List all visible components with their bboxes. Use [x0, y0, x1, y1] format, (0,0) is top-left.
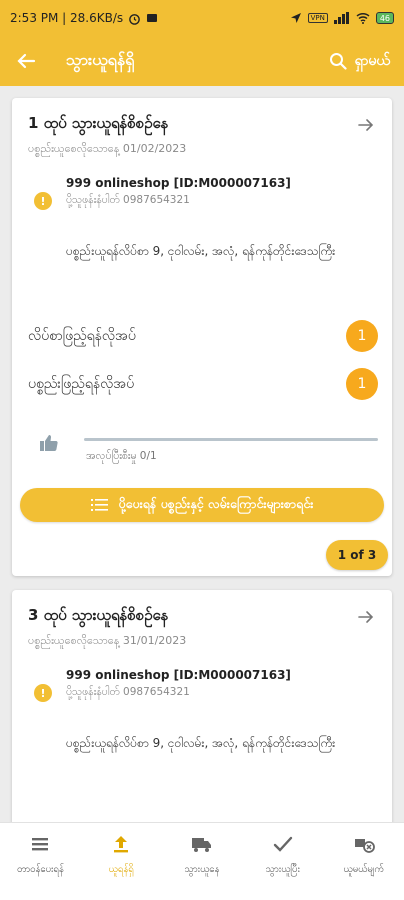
- truck-icon: [191, 838, 211, 852]
- pickup-list[interactable]: 1 ထုပ် သွားယူရန်စိစဉ်နေ ပစ္စည်းယူစေလိုသေ…: [0, 86, 404, 822]
- search-icon: [329, 53, 347, 70]
- arrow-right-icon[interactable]: [356, 607, 376, 627]
- pickup-card[interactable]: 3 ထုပ် သွားယူရန်စိစဉ်နေ ပစ္စည်းယူစေလိုသေ…: [12, 590, 392, 822]
- arrow-right-icon[interactable]: [356, 115, 376, 135]
- nav-item-picking-up[interactable]: သွားယူနေ: [162, 823, 243, 900]
- signal-icon: [333, 12, 349, 24]
- check-icon: [273, 836, 292, 852]
- address-required-row[interactable]: လိပ်စာဖြည့်ရန်လိုအပ် 1: [28, 320, 378, 352]
- message-icon: [147, 14, 158, 22]
- pickup-address: ပစ္စည်းယူရန်လိပ်စာ 9, ငုဝါလမ်း, အလုံ, ရန…: [66, 736, 336, 750]
- wifi-icon: [356, 12, 370, 24]
- status-time: 2:53 PM | 28.6KB/s: [10, 11, 124, 25]
- pickup-card[interactable]: 1 ထုပ် သွားယူရန်စိစဉ်နေ ပစ္စည်းယူစေလိုသေ…: [12, 98, 392, 576]
- status-bar: 2:53 PM | 28.6KB/s VPN 46: [0, 0, 404, 36]
- nav-item-cancelled[interactable]: ယူမယ်မျက်: [323, 823, 404, 900]
- shop-phone: ပို့သူဖုန်းနံပါတ် 0987654321: [66, 194, 190, 206]
- pickup-address: ပစ္စည်းယူရန်လိပ်စာ 9, ငုဝါလမ်း, အလုံ, ရန…: [66, 244, 336, 258]
- location-icon: [290, 13, 301, 23]
- alert-icon: !: [34, 684, 52, 702]
- thumbs-up-icon: [40, 435, 58, 451]
- nav-label: သွားယူနေ: [184, 864, 220, 875]
- nav-label: ယူရန်ရှိ: [108, 864, 134, 875]
- address-required-count: 1: [346, 320, 378, 352]
- nav-item-to-pickup[interactable]: ယူရန်ရှိ: [81, 823, 162, 900]
- list-icon: [32, 838, 49, 851]
- item-required-label: ပစ္စည်းဖြည့်ရန်လိုအပ်: [28, 375, 135, 392]
- item-required-count: 1: [346, 368, 378, 400]
- item-route-list-label: ပို့ပေးရန် ပစ္စည်းနှင့် လမ်းကြောင်းများစ…: [118, 495, 314, 511]
- vpn-indicator: VPN: [307, 13, 328, 23]
- shop-name: 999 onlineshop [ID:M000007163]: [66, 176, 291, 190]
- nav-label: ယူမယ်မျက်: [343, 864, 384, 875]
- back-arrow-icon: [17, 53, 36, 69]
- shop-name: 999 onlineshop [ID:M000007163]: [66, 668, 291, 682]
- cancel-delivery-icon: [354, 839, 375, 853]
- address-required-label: လိပ်စာဖြည့်ရန်လိုအပ်: [28, 327, 136, 344]
- item-route-list-button[interactable]: ပို့ပေးရန် ပစ္စည်းနှင့် လမ်းကြောင်းများစ…: [20, 488, 384, 522]
- task-progress: အလုပ်ပြီးစီးမှု 0/1: [38, 428, 378, 468]
- app-bar: သွားယူရန်ရှိ ရှာမယ်: [0, 36, 404, 86]
- card-title: 1 ထုပ် သွားယူရန်စိစဉ်နေ: [28, 114, 169, 132]
- back-button[interactable]: [14, 49, 38, 73]
- pager-badge[interactable]: 1 of 3: [326, 540, 388, 570]
- item-required-row[interactable]: ပစ္စည်းဖြည့်ရန်လိုအပ် 1: [28, 368, 378, 400]
- nav-label: သွားယူပြီး: [265, 864, 300, 875]
- shop-phone: ပို့သူဖုန်းနံပါတ် 0987654321: [66, 686, 190, 698]
- progress-track: [84, 438, 378, 441]
- upload-icon: [114, 836, 129, 853]
- page-title: သွားယူရန်ရှိ: [66, 50, 135, 69]
- list-icon: [90, 499, 108, 511]
- search-label: ရှာမယ်: [354, 52, 390, 69]
- alarm-icon: [129, 13, 140, 25]
- card-title: 3 ထုပ် သွားယူရန်စိစဉ်နေ: [28, 606, 169, 624]
- pickup-date: ပစ္စည်းယူစေလိုသောနေ့ 01/02/2023: [28, 142, 187, 155]
- nav-item-picked-up[interactable]: သွားယူပြီး: [242, 823, 323, 900]
- shop-row: ! 999 onlineshop [ID:M000007163] ပို့သူဖ…: [34, 176, 376, 210]
- alert-icon: !: [34, 192, 52, 210]
- shop-row: ! 999 onlineshop [ID:M000007163] ပို့သူဖ…: [34, 668, 376, 702]
- pickup-date: ပစ္စည်းယူစေလိုသောနေ့ 31/01/2023: [28, 634, 187, 647]
- nav-item-assign[interactable]: တာဝန်ပေးရန်: [0, 823, 81, 900]
- battery-indicator: 46: [375, 12, 394, 24]
- search-button[interactable]: ရှာမယ်: [329, 51, 390, 72]
- nav-label: တာဝန်ပေးရန်: [17, 864, 64, 875]
- progress-text: အလုပ်ပြီးစီးမှု 0/1: [86, 450, 157, 462]
- bottom-nav: တာဝန်ပေးရန် ယူရန်ရှိ သွားယူနေ သွားယူပြီး…: [0, 822, 404, 900]
